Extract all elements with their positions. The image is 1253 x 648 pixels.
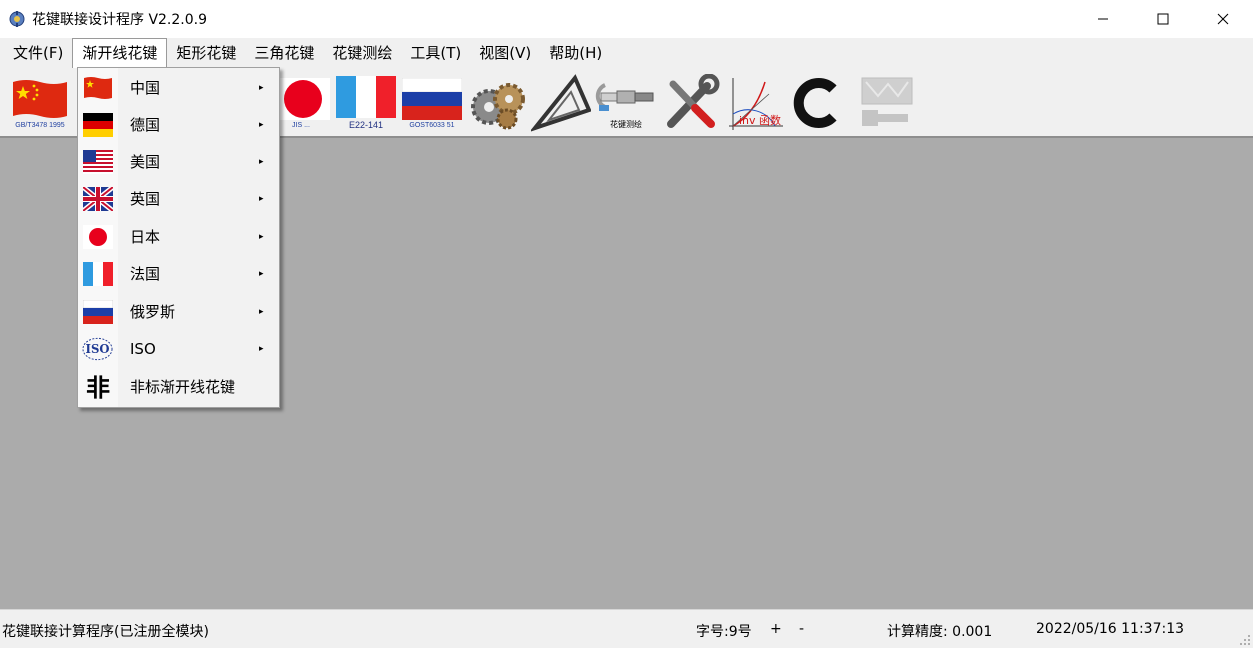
- menu-file[interactable]: 文件(F): [4, 39, 72, 67]
- toolbar-russia-button[interactable]: GOST6033 51: [401, 72, 463, 134]
- minimize-button[interactable]: [1073, 0, 1133, 38]
- dropdown-item-france[interactable]: 法国 ▸: [78, 255, 279, 292]
- toolbar-france-button[interactable]: E22-141: [335, 72, 397, 134]
- uk-flag-icon: [82, 186, 113, 212]
- svg-text:ISO: ISO: [86, 341, 110, 355]
- dropdown-label: 英国: [130, 190, 161, 208]
- toolbar-china-button[interactable]: GB/T3478 1995: [9, 72, 71, 134]
- dropdown-label: 非标渐开线花键: [130, 378, 236, 396]
- menu-involute-spline[interactable]: 渐开线花键: [72, 38, 168, 68]
- app-icon: [9, 11, 25, 27]
- toolbar-russia-caption: GOST6033 51: [409, 121, 455, 129]
- snap-ring-icon: [793, 78, 837, 128]
- submenu-arrow-icon: ▸: [259, 268, 264, 279]
- font-decrease-button[interactable]: -: [799, 621, 804, 637]
- toolbar-spline-measure-caption: 花键测绘: [610, 119, 642, 129]
- toolbar-japan-caption: JIS ...: [292, 121, 310, 129]
- resize-grip-icon[interactable]: [1239, 634, 1251, 646]
- submenu-arrow-icon: ▸: [259, 82, 264, 93]
- dropdown-item-germany[interactable]: 德国 ▸: [78, 106, 279, 143]
- dropdown-item-russia[interactable]: 俄罗斯 ▸: [78, 293, 279, 330]
- status-bar: 花键联接计算程序(已注册全模块) 字号:9号 + - 计算精度: 0.001 2…: [0, 609, 1253, 648]
- dropdown-item-nonstandard[interactable]: 非 非标渐开线花键: [78, 368, 279, 405]
- triangle-icon: [531, 74, 591, 132]
- menu-rectangular-spline[interactable]: 矩形花键: [167, 39, 245, 67]
- maximize-button[interactable]: [1133, 0, 1193, 38]
- germany-flag-icon: [82, 112, 113, 138]
- toolbar-snap-ring-button[interactable]: [790, 72, 852, 134]
- dropdown-item-china[interactable]: 中国 ▸: [78, 69, 279, 106]
- menu-view[interactable]: 视图(V): [470, 39, 540, 67]
- china-flag-icon: [13, 79, 67, 118]
- dropdown-item-iso[interactable]: ISO ISO ▸: [78, 330, 279, 367]
- toolbar-gears-button[interactable]: [466, 72, 528, 134]
- involute-function-icon: inv 函数: [729, 78, 783, 130]
- dropdown-label: ISO: [130, 339, 156, 358]
- dropdown-item-japan[interactable]: 日本 ▸: [78, 218, 279, 255]
- svg-text:非: 非: [86, 373, 110, 401]
- window-title: 花键联接设计程序 V2.2.0.9: [32, 12, 208, 28]
- france-flag-icon: [82, 261, 113, 287]
- iso-logo-icon: ISO: [82, 336, 113, 362]
- title-bar: 花键联接设计程序 V2.2.0.9: [0, 0, 1253, 38]
- toolbar-france-caption: E22-141: [348, 120, 384, 130]
- dropdown-label: 俄罗斯: [130, 303, 176, 321]
- menu-bar: 文件(F) 渐开线花键 矩形花键 三角花键 花键测绘 工具(T) 视图(V) 帮…: [0, 38, 1253, 68]
- dropdown-label: 法国: [130, 265, 161, 283]
- status-datetime: 2022/05/16 11:37:13: [1036, 621, 1185, 637]
- menu-tools[interactable]: 工具(T): [401, 39, 470, 67]
- toolbar-disabled-button[interactable]: [855, 72, 917, 134]
- japan-flag-icon: [272, 77, 330, 120]
- toolbar-tools-button[interactable]: [660, 72, 722, 134]
- toolbar-spline-measure-button[interactable]: 花键测绘: [595, 72, 657, 134]
- status-program: 花键联接计算程序(已注册全模块): [2, 624, 209, 640]
- tools-icon: [667, 74, 720, 128]
- submenu-arrow-icon: ▸: [259, 119, 264, 130]
- submenu-arrow-icon: ▸: [259, 231, 264, 242]
- close-icon: [1217, 13, 1229, 25]
- involute-spline-dropdown: 中国 ▸ 德国 ▸ 美国 ▸ 英国 ▸ 日本 ▸ 法国 ▸ 俄罗斯 ▸ ISO …: [77, 67, 280, 408]
- submenu-arrow-icon: ▸: [259, 306, 264, 317]
- japan-flag-icon: [82, 224, 113, 250]
- russia-flag-icon: [82, 299, 113, 325]
- china-flag-icon: [82, 75, 113, 101]
- maximize-icon: [1157, 13, 1169, 25]
- micrometer-icon: [595, 82, 654, 111]
- toolbar-inv-function-button[interactable]: inv 函数: [725, 72, 787, 134]
- dropdown-label: 德国: [130, 116, 161, 134]
- nonstandard-glyph-icon: 非: [82, 373, 113, 401]
- russia-flag-icon: [402, 77, 462, 120]
- close-button[interactable]: [1193, 0, 1253, 38]
- toolbar-china-caption: GB/T3478 1995: [15, 121, 65, 129]
- dropdown-label: 美国: [130, 153, 161, 171]
- submenu-arrow-icon: ▸: [259, 193, 264, 204]
- france-flag-icon: [336, 76, 396, 118]
- gears-icon: [471, 83, 525, 130]
- dropdown-label: 中国: [130, 79, 161, 97]
- dropdown-item-uk[interactable]: 英国 ▸: [78, 180, 279, 217]
- submenu-arrow-icon: ▸: [259, 156, 264, 167]
- usa-flag-icon: [82, 149, 113, 175]
- dropdown-label: 日本: [130, 228, 161, 246]
- font-increase-button[interactable]: +: [770, 621, 782, 637]
- menu-spline-measure[interactable]: 花键测绘: [323, 39, 401, 67]
- disabled-part-icon: [861, 77, 913, 126]
- submenu-arrow-icon: ▸: [259, 343, 264, 354]
- status-font-size: 字号:9号: [696, 624, 752, 640]
- menu-help[interactable]: 帮助(H): [540, 39, 611, 67]
- toolbar-triangle-button[interactable]: [530, 72, 592, 134]
- svg-text:inv 函数: inv 函数: [739, 114, 781, 127]
- dropdown-item-usa[interactable]: 美国 ▸: [78, 143, 279, 180]
- status-precision: 计算精度: 0.001: [887, 624, 993, 640]
- minimize-icon: [1098, 18, 1108, 20]
- menu-triangular-spline[interactable]: 三角花键: [245, 39, 323, 67]
